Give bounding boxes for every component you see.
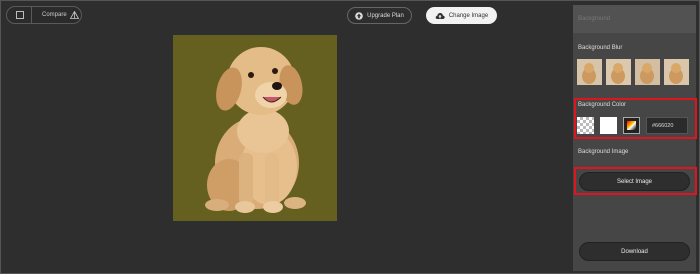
- compare-label: Compare: [42, 12, 67, 18]
- blur-thumb-1[interactable]: [577, 59, 602, 85]
- upgrade-arrow-icon: [355, 11, 363, 20]
- image-canvas: [173, 35, 337, 221]
- change-image-label: Change Image: [448, 12, 489, 19]
- color-options: #666020: [577, 117, 688, 134]
- compare-toggle[interactable]: Compare: [6, 6, 82, 24]
- cloud-upload-icon: [435, 12, 445, 20]
- compare-divider: [31, 6, 32, 24]
- panel-header: Background: [573, 5, 696, 33]
- blur-section-title: Background Blur: [578, 45, 623, 51]
- white-swatch[interactable]: [600, 117, 617, 134]
- blur-thumb-4[interactable]: [664, 59, 689, 85]
- upgrade-plan-button[interactable]: Upgrade Plan: [347, 7, 412, 24]
- color-section-title: Background Color: [578, 102, 627, 108]
- blur-thumb-2[interactable]: [606, 59, 631, 85]
- compare-checkbox[interactable]: [16, 11, 24, 19]
- upgrade-plan-label: Upgrade Plan: [367, 12, 404, 19]
- puppy-cutout: [205, 47, 306, 213]
- hex-color-input[interactable]: #666020: [646, 117, 688, 134]
- image-section-title: Background Image: [578, 149, 629, 155]
- download-button[interactable]: Download: [579, 242, 690, 261]
- change-image-button[interactable]: Change Image: [426, 7, 497, 24]
- compare-triangle-icon: [69, 11, 79, 19]
- select-image-button[interactable]: Select Image: [579, 172, 690, 191]
- blur-thumb-3[interactable]: [635, 59, 660, 85]
- color-picker-icon[interactable]: [623, 117, 640, 134]
- background-panel: Background Background Blur Background Co…: [573, 5, 696, 271]
- transparent-swatch[interactable]: [577, 117, 594, 134]
- blur-thumbnails: [577, 59, 689, 85]
